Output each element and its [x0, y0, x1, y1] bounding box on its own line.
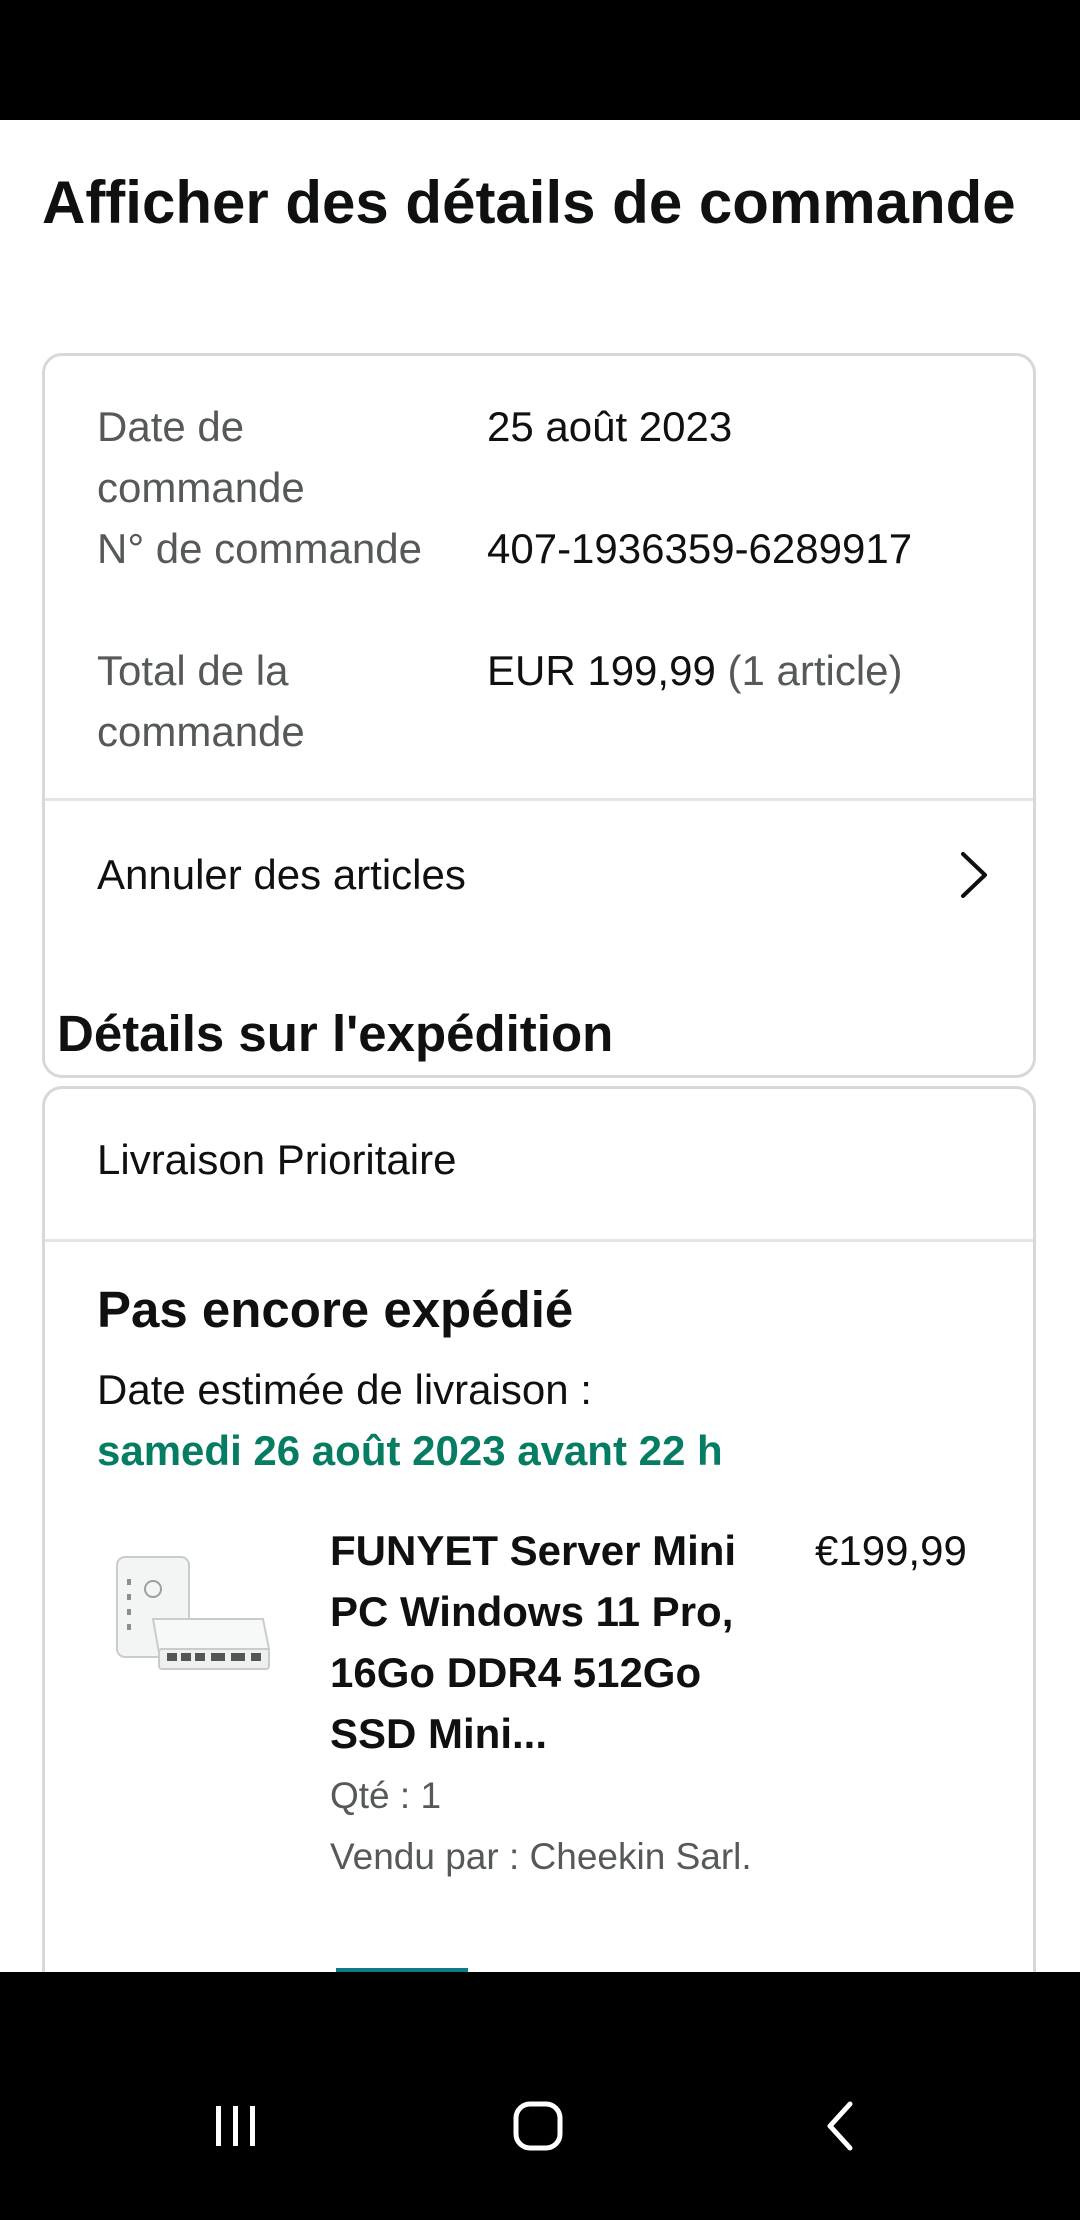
cancel-items-label: Annuler des articles [97, 851, 466, 898]
page-title: Afficher des détails de commande [42, 169, 1016, 236]
navigation-bar [0, 1972, 1080, 2220]
shipping-method: Livraison Prioritaire [97, 1136, 457, 1183]
product-quantity: Qté : 1 [330, 1775, 442, 1816]
order-item-count: (1 article) [727, 647, 903, 694]
back-icon [827, 2101, 853, 2151]
shipment-status: Pas encore expédié [97, 1281, 574, 1338]
status-bar [0, 0, 1080, 120]
divider [45, 1239, 1033, 1242]
order-number-label: N° de commande [97, 525, 422, 572]
cancel-items-button[interactable]: Annuler des articles [45, 798, 1033, 954]
shipment-card: Livraison Prioritaire Pas encore expédié… [42, 1086, 1036, 1972]
product-image[interactable] [113, 1549, 273, 1679]
order-date-value: 25 août 2023 [487, 403, 733, 450]
order-number-value: 407-1936359-6289917 [487, 525, 913, 572]
order-total-value-wrapper: EUR 199,99 (1 article) [487, 640, 1007, 701]
product-seller: Vendu par : Cheekin Sarl. [330, 1836, 752, 1877]
back-button[interactable] [780, 2066, 900, 2186]
delivery-estimate-date: samedi 26 août 2023 avant 22 h [97, 1427, 723, 1474]
product-title-link[interactable]: FUNYET Server Mini PC Windows 11 Pro, 16… [330, 1520, 770, 1764]
order-details-page: Afficher des détails de commande Date de… [0, 120, 1080, 1972]
shipping-details-title: Détails sur l'expédition [57, 1005, 614, 1062]
recent-apps-button[interactable] [176, 2066, 296, 2186]
chevron-right-icon [961, 852, 987, 898]
order-date-label: Date de commande [97, 403, 305, 511]
order-total-label: Total de la commande [97, 647, 305, 755]
order-total-value: EUR 199,99 [487, 647, 716, 694]
delivery-estimate-label: Date estimée de livraison : [97, 1366, 592, 1413]
order-summary-card: Date de commande 25 août 2023 N° de comm… [42, 353, 1036, 1078]
home-icon [513, 2101, 563, 2151]
recent-apps-icon [216, 2106, 255, 2146]
home-button[interactable] [478, 2066, 598, 2186]
product-price: €199,99 [815, 1527, 967, 1574]
